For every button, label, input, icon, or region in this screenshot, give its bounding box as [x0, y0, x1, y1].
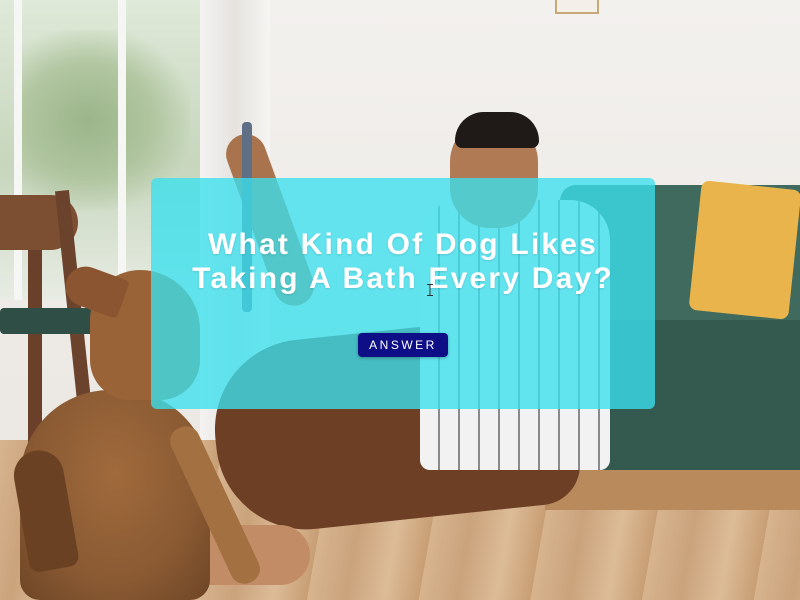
question-card: What Kind Of Dog Likes Taking A Bath Eve… — [151, 178, 655, 409]
yellow-pillow — [688, 180, 800, 320]
text-cursor-icon — [427, 284, 433, 296]
person-hair — [455, 112, 539, 148]
wall-picture-frame — [555, 0, 599, 14]
dog-ear — [59, 260, 131, 320]
sofa-base — [545, 470, 800, 510]
answer-button[interactable]: ANSWER — [358, 333, 448, 357]
question-title: What Kind Of Dog Likes Taking A Bath Eve… — [192, 228, 614, 295]
quiz-slide: What Kind Of Dog Likes Taking A Bath Eve… — [0, 0, 800, 600]
